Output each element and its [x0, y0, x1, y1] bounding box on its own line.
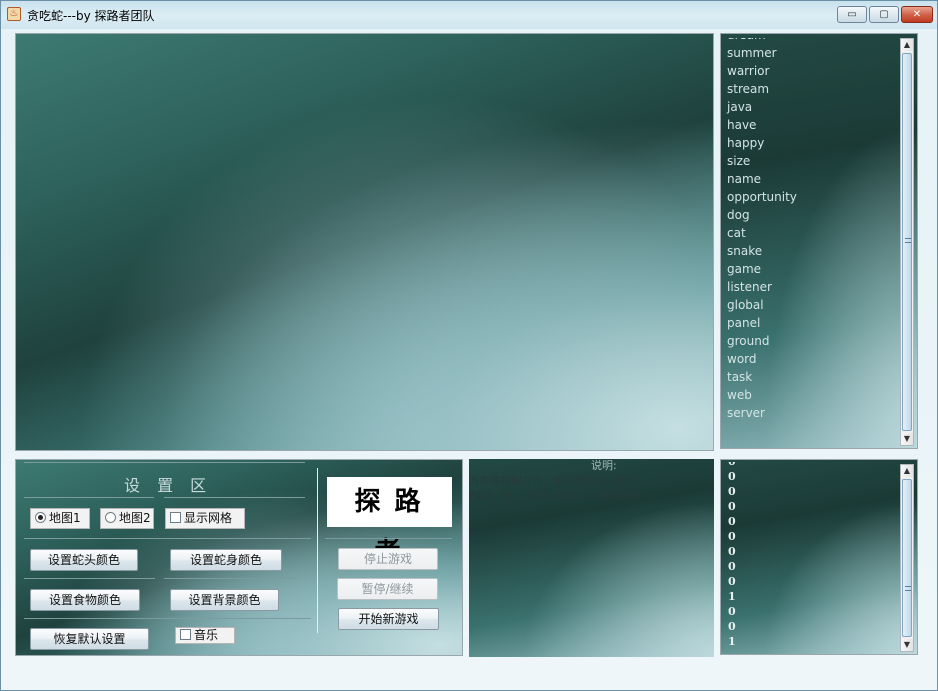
- list-item[interactable]: server: [725, 404, 899, 422]
- list-item[interactable]: web: [725, 386, 899, 404]
- divider: [325, 538, 452, 539]
- list-item[interactable]: happy: [725, 134, 899, 152]
- map2-radio[interactable]: 地图2: [100, 508, 154, 529]
- list-item[interactable]: 0: [725, 499, 899, 514]
- divider: [24, 462, 305, 463]
- list-item[interactable]: listener: [725, 278, 899, 296]
- map1-radio[interactable]: 地图1: [30, 508, 90, 529]
- show-grid-checkbox[interactable]: 显示网格: [165, 508, 245, 529]
- list-item[interactable]: ground: [725, 332, 899, 350]
- list-item[interactable]: snake: [725, 242, 899, 260]
- java-cup-icon: ♨: [7, 7, 21, 21]
- window-title: 贪吃蛇---by 探路者团队: [27, 9, 155, 23]
- list-item[interactable]: task: [725, 368, 899, 386]
- list-item[interactable]: 0: [725, 484, 899, 499]
- list-item[interactable]: word: [725, 350, 899, 368]
- divider: [24, 618, 311, 619]
- scroll-up-arrow-icon[interactable]: ▲: [901, 465, 913, 477]
- word-list-scrollbar[interactable]: ▲ ▼: [900, 38, 914, 446]
- checkbox-icon: [170, 512, 181, 523]
- list-item[interactable]: cat: [725, 224, 899, 242]
- scrollbar-thumb[interactable]: [902, 53, 912, 431]
- maximize-button[interactable]: ▢: [869, 6, 899, 23]
- stop-game-button[interactable]: 停止游戏: [338, 548, 438, 570]
- checkbox-icon: [180, 629, 191, 640]
- scrollbar-thumb[interactable]: [902, 479, 912, 637]
- show-grid-label: 显示网格: [184, 511, 233, 525]
- help-title: 说明:: [591, 459, 617, 472]
- divider: [164, 578, 295, 579]
- help-panel: 说明: 方向键控制方向, 回车键暂停/继续 PAGE UP, PAGE DOWN…: [469, 459, 714, 657]
- list-item[interactable]: 0: [725, 469, 899, 484]
- minimize-button[interactable]: ▭: [837, 6, 867, 23]
- score-list-scrollbar[interactable]: ▲ ▼: [900, 464, 914, 652]
- food-color-button[interactable]: 设置食物颜色: [30, 589, 140, 611]
- close-button[interactable]: ✕: [901, 6, 933, 23]
- list-item[interactable]: 0: [725, 514, 899, 529]
- list-item[interactable]: warrior: [725, 62, 899, 80]
- list-item[interactable]: game: [725, 260, 899, 278]
- map1-label: 地图1: [49, 511, 81, 525]
- list-item[interactable]: have: [725, 116, 899, 134]
- list-item[interactable]: summer: [725, 44, 899, 62]
- list-item[interactable]: 0: [725, 559, 899, 574]
- list-item[interactable]: global: [725, 296, 899, 314]
- pause-resume-button[interactable]: 暂停/继续: [337, 578, 438, 600]
- list-item[interactable]: dog: [725, 206, 899, 224]
- radio-unselected-icon: [105, 512, 116, 523]
- list-item[interactable]: 1: [725, 634, 899, 649]
- list-item[interactable]: name: [725, 170, 899, 188]
- settings-panel: 设 置 区 地图1 地图2 显示网格 设置蛇头颜色 设置蛇身颜色 设置食物颜色 …: [15, 459, 463, 656]
- score-list-panel: 0 0 0 0 0 0 0 0 0 1 0 0 1 0 ▲ ▼: [720, 459, 918, 655]
- divider: [164, 497, 305, 498]
- game-board[interactable]: [15, 33, 714, 451]
- divider: [317, 468, 318, 633]
- help-line-speed: PAGE UP, PAGE DOWN 加速或减速: [469, 490, 642, 502]
- list-item[interactable]: panel: [725, 314, 899, 332]
- list-item[interactable]: 1: [725, 589, 899, 604]
- list-item[interactable]: 0: [725, 544, 899, 559]
- settings-title: 设 置 区: [124, 476, 213, 495]
- list-item[interactable]: opportunity: [725, 188, 899, 206]
- title-bar[interactable]: ♨ 贪吃蛇---by 探路者团队 ▭ ▢ ✕: [1, 1, 937, 29]
- snake-body-color-button[interactable]: 设置蛇身颜色: [170, 549, 282, 571]
- score-list[interactable]: 0 0 0 0 0 0 0 0 0 1 0 0 1 0: [725, 462, 899, 650]
- word-list[interactable]: dream summer warrior stream java have ha…: [725, 38, 899, 444]
- list-item[interactable]: 0: [725, 619, 899, 634]
- scroll-down-arrow-icon[interactable]: ▼: [901, 639, 913, 651]
- background-color-button[interactable]: 设置背景颜色: [170, 589, 279, 611]
- list-item[interactable]: 0: [725, 574, 899, 589]
- word-list-panel: dream summer warrior stream java have ha…: [720, 33, 918, 449]
- list-item[interactable]: 0: [725, 462, 899, 469]
- restore-default-button[interactable]: 恢复默认设置: [30, 628, 149, 650]
- divider: [24, 497, 154, 498]
- snake-head-color-button[interactable]: 设置蛇头颜色: [30, 549, 138, 571]
- divider: [24, 538, 311, 539]
- scroll-up-arrow-icon[interactable]: ▲: [901, 39, 913, 51]
- grip-icon: [905, 238, 911, 243]
- map2-label: 地图2: [119, 511, 151, 525]
- team-logo: 探路者: [327, 477, 452, 567]
- music-label: 音乐: [194, 628, 219, 642]
- app-window: ♨ 贪吃蛇---by 探路者团队 ▭ ▢ ✕ dream summer warr…: [0, 0, 938, 691]
- scroll-down-arrow-icon[interactable]: ▼: [901, 433, 913, 445]
- new-game-button[interactable]: 开始新游戏: [338, 608, 439, 630]
- list-item[interactable]: 0: [725, 649, 899, 650]
- radio-selected-icon: [35, 512, 46, 523]
- list-item[interactable]: 0: [725, 604, 899, 619]
- list-item[interactable]: stream: [725, 80, 899, 98]
- help-line-direction: 方向键控制方向, 回车键暂停/继续: [469, 475, 635, 487]
- list-item[interactable]: java: [725, 98, 899, 116]
- divider: [24, 578, 155, 579]
- list-item[interactable]: size: [725, 152, 899, 170]
- music-checkbox[interactable]: 音乐: [175, 627, 235, 644]
- list-item[interactable]: 0: [725, 529, 899, 544]
- grip-icon: [905, 586, 911, 591]
